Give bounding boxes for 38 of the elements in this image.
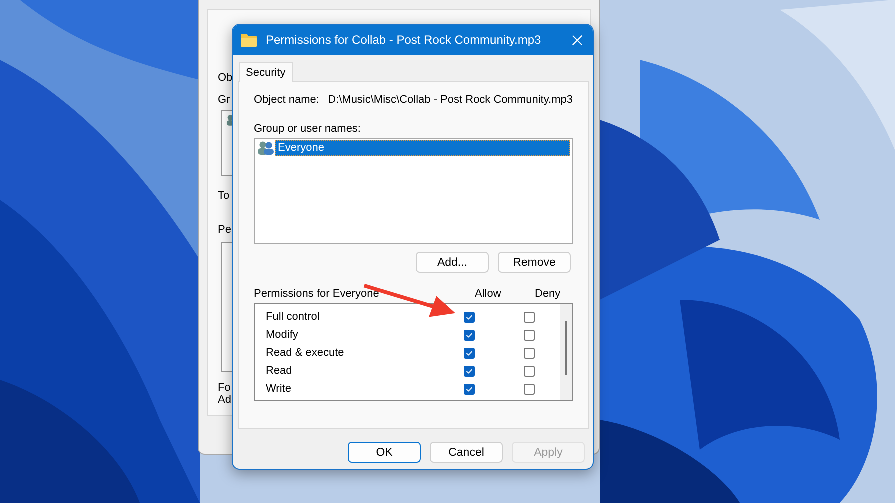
permission-name: Read & execute (266, 347, 346, 359)
field-label: Group or user names: (254, 123, 362, 135)
column-header: Allow (475, 288, 502, 300)
object-path: D:\Music\Misc\Collab - Post Rock Community.mp3 (328, 94, 573, 106)
add-button[interactable]: Add... (416, 252, 489, 273)
field-label: Permissions for Everyone (254, 288, 380, 300)
users-icon (257, 141, 275, 155)
dialog-button[interactable]: OK (348, 442, 421, 463)
user-item[interactable]: Everyone (275, 140, 570, 156)
remove-button[interactable]: Remove (498, 252, 571, 273)
column-header: Deny (535, 288, 562, 300)
checkbox[interactable] (464, 366, 475, 377)
checkbox[interactable] (464, 330, 475, 341)
permission-name: Read (266, 365, 294, 377)
checkbox[interactable] (524, 330, 535, 341)
field-label: Fo (218, 382, 231, 394)
field-label: Gr (218, 94, 230, 106)
folder-icon (241, 34, 257, 46)
checkbox[interactable] (464, 312, 475, 323)
dialog-button[interactable]: Cancel (430, 442, 503, 463)
field-label: To (218, 190, 230, 202)
tab[interactable]: Security (239, 62, 293, 82)
field-label: Object name: (254, 94, 320, 106)
checkbox[interactable] (464, 348, 475, 359)
close-icon[interactable] (572, 34, 583, 46)
checkbox[interactable] (464, 384, 475, 395)
window-title: Permissions for Collab - Post Rock Community.mp3 (266, 33, 542, 47)
field-label: Ad (218, 394, 232, 406)
checkbox[interactable] (524, 366, 535, 377)
field-label: Pe (218, 224, 232, 236)
field-label: Ob (218, 72, 233, 84)
permission-name: Modify (266, 329, 300, 341)
checkbox[interactable] (524, 348, 535, 359)
permission-name: Write (266, 383, 292, 395)
checkbox[interactable] (524, 312, 535, 323)
permission-name: Full control (266, 311, 321, 323)
checkbox[interactable] (524, 384, 535, 395)
scrollbar[interactable] (560, 304, 572, 400)
